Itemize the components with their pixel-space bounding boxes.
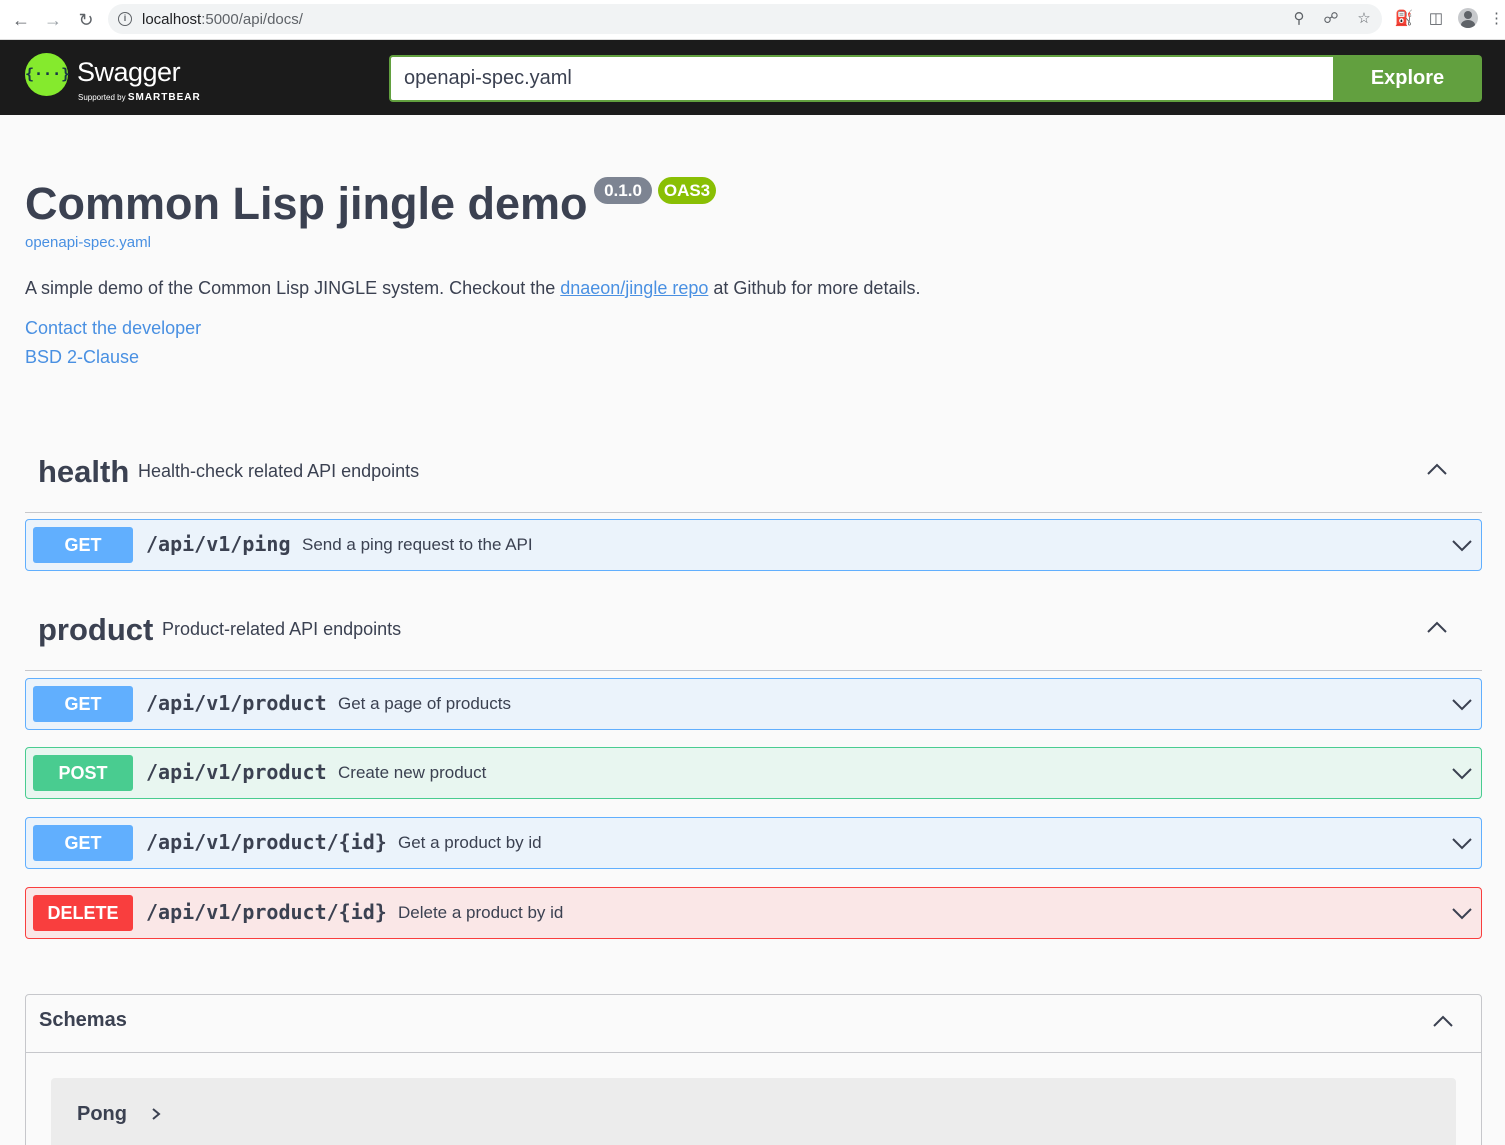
- method-badge: GET: [33, 825, 133, 861]
- operation-get-product-by-id[interactable]: GET /api/v1/product/{id} Get a product b…: [25, 817, 1482, 869]
- operation-post-product[interactable]: POST /api/v1/product Create new product: [25, 747, 1482, 799]
- chevron-up-icon[interactable]: [1425, 458, 1449, 482]
- chevron-up-icon[interactable]: [1431, 1010, 1455, 1034]
- address-url[interactable]: localhost:5000/api/docs/: [142, 11, 303, 28]
- schemas-section: Schemas Pong: [25, 994, 1482, 1145]
- chevron-down-icon[interactable]: [1450, 692, 1474, 716]
- forward-arrow-icon[interactable]: →: [41, 8, 65, 32]
- browser-toolbar: ← → ↻ i localhost:5000/api/docs/ ⚲ ☍ ☆ ⛽…: [0, 0, 1505, 40]
- tag-product-description: Product-related API endpoints: [162, 619, 402, 639]
- version-badge: 0.1.0: [594, 177, 652, 204]
- method-badge: DELETE: [33, 895, 133, 931]
- operation-path: /api/v1/ping: [146, 532, 291, 556]
- operation-get-ping[interactable]: GET /api/v1/ping Send a ping request to …: [25, 519, 1482, 571]
- operation-delete-product-by-id[interactable]: DELETE /api/v1/product/{id} Delete a pro…: [25, 887, 1482, 939]
- schemas-title[interactable]: Schemas: [39, 1009, 127, 1032]
- site-info-icon[interactable]: i: [118, 12, 132, 26]
- swagger-logo-text[interactable]: Swagger: [77, 57, 181, 88]
- tag-product-title[interactable]: product: [38, 612, 153, 648]
- api-title: Common Lisp jingle demo: [25, 178, 588, 229]
- method-badge: POST: [33, 755, 133, 791]
- operation-summary: Create new product: [338, 763, 487, 782]
- license-link[interactable]: BSD 2-Clause: [25, 347, 139, 368]
- tag-health-title[interactable]: health: [38, 454, 129, 490]
- chevron-down-icon[interactable]: [1450, 831, 1474, 855]
- chevron-up-icon[interactable]: [1425, 616, 1449, 640]
- chevron-down-icon[interactable]: [1450, 761, 1474, 785]
- spec-file-link[interactable]: openapi-spec.yaml: [25, 234, 151, 251]
- spec-url-input[interactable]: [389, 55, 1334, 102]
- share-icon[interactable]: ☍: [1321, 9, 1341, 29]
- swagger-logo-icon[interactable]: {···}: [25, 53, 70, 96]
- chevron-down-icon[interactable]: [1450, 901, 1474, 925]
- operation-path: /api/v1/product/{id}: [146, 830, 387, 854]
- address-bar[interactable]: i localhost:5000/api/docs/ ⚲ ☍ ☆: [108, 4, 1382, 34]
- profile-avatar-icon[interactable]: [1458, 8, 1478, 28]
- contact-developer-link[interactable]: Contact the developer: [25, 318, 201, 339]
- reload-icon[interactable]: ↻: [74, 8, 98, 32]
- chevron-down-icon[interactable]: [1450, 533, 1474, 557]
- menu-kebab-icon[interactable]: ⋮: [1489, 8, 1504, 30]
- method-badge: GET: [33, 686, 133, 722]
- explore-button[interactable]: Explore: [1333, 55, 1482, 102]
- schemas-divider: [26, 1052, 1481, 1053]
- operation-summary: Get a page of products: [338, 694, 511, 713]
- zoom-icon[interactable]: ⚲: [1289, 9, 1309, 29]
- operation-path: /api/v1/product/{id}: [146, 900, 387, 924]
- tag-divider: [25, 512, 1482, 513]
- extensions-icon[interactable]: ⛽: [1393, 8, 1415, 30]
- api-description: A simple demo of the Common Lisp JINGLE …: [25, 278, 921, 298]
- chevron-right-icon[interactable]: [148, 1106, 164, 1122]
- model-pong[interactable]: Pong: [51, 1078, 1456, 1145]
- tag-divider: [25, 670, 1482, 671]
- model-name: Pong: [77, 1103, 127, 1125]
- operation-summary: Delete a product by id: [398, 903, 564, 922]
- bookmark-star-icon[interactable]: ☆: [1354, 9, 1374, 29]
- tag-health-description: Health-check related API endpoints: [138, 461, 420, 481]
- back-arrow-icon[interactable]: ←: [9, 8, 33, 32]
- operation-summary: Send a ping request to the API: [302, 535, 533, 554]
- oas-badge: OAS3: [658, 177, 716, 204]
- operation-summary: Get a product by id: [398, 833, 542, 852]
- smartbear-tagline: Supported by SMARTBEAR: [78, 92, 201, 103]
- side-panel-icon[interactable]: ◫: [1425, 8, 1447, 30]
- operation-get-products[interactable]: GET /api/v1/product Get a page of produc…: [25, 678, 1482, 730]
- operation-path: /api/v1/product: [146, 691, 327, 715]
- method-badge: GET: [33, 527, 133, 563]
- repo-link[interactable]: dnaeon/jingle repo: [560, 278, 708, 298]
- operation-path: /api/v1/product: [146, 760, 327, 784]
